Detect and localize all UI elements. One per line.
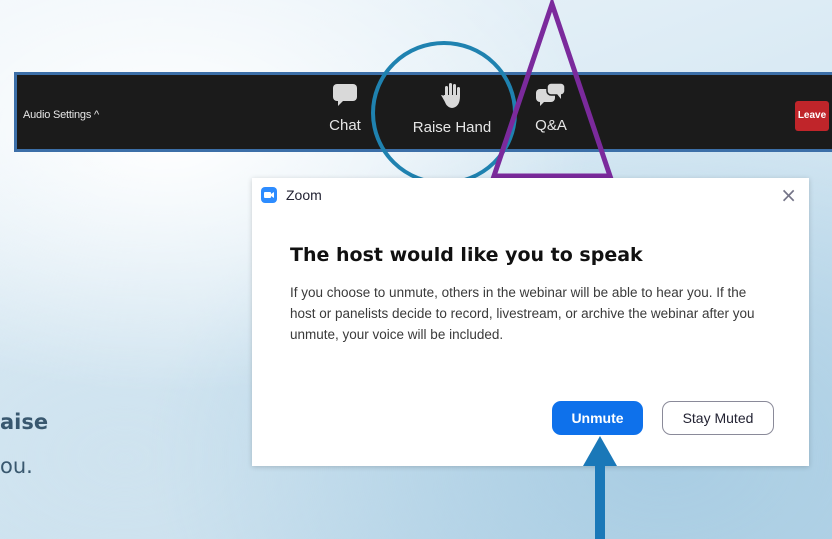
leave-button[interactable]: Leave <box>795 101 829 131</box>
close-icon[interactable]: × <box>774 182 803 208</box>
unmute-button[interactable]: Unmute <box>552 401 643 435</box>
chat-label: Chat <box>329 117 361 134</box>
arrow-shaft <box>595 464 605 539</box>
raise-hand-label: Raise Hand <box>412 119 492 136</box>
stay-muted-button[interactable]: Stay Muted <box>662 401 774 435</box>
chat-button[interactable]: Chat <box>325 83 365 134</box>
zoom-camera-icon <box>261 187 277 203</box>
raised-hand-icon <box>407 83 497 109</box>
qa-bubbles-icon <box>531 83 571 107</box>
dialog-title: The host would like you to speak <box>290 244 643 266</box>
audio-settings-button[interactable]: Audio Settings ^ <box>23 109 99 121</box>
dialog-body: If you choose to unmute, others in the w… <box>290 285 755 342</box>
background-text-line-2: ou. <box>0 454 33 478</box>
qa-label: Q&A <box>535 117 567 134</box>
chat-bubble-icon <box>325 83 365 107</box>
qa-button[interactable]: Q&A <box>531 83 571 134</box>
meeting-toolbar: Audio Settings ^ Chat Raise Hand Q&A Lea… <box>14 72 832 152</box>
dialog-app-name: Zoom <box>286 187 322 203</box>
background-text-line-1: aise <box>0 410 49 434</box>
unmute-request-dialog: Zoom × The host would like you to speak … <box>252 178 809 466</box>
raise-hand-button[interactable]: Raise Hand <box>407 83 497 136</box>
